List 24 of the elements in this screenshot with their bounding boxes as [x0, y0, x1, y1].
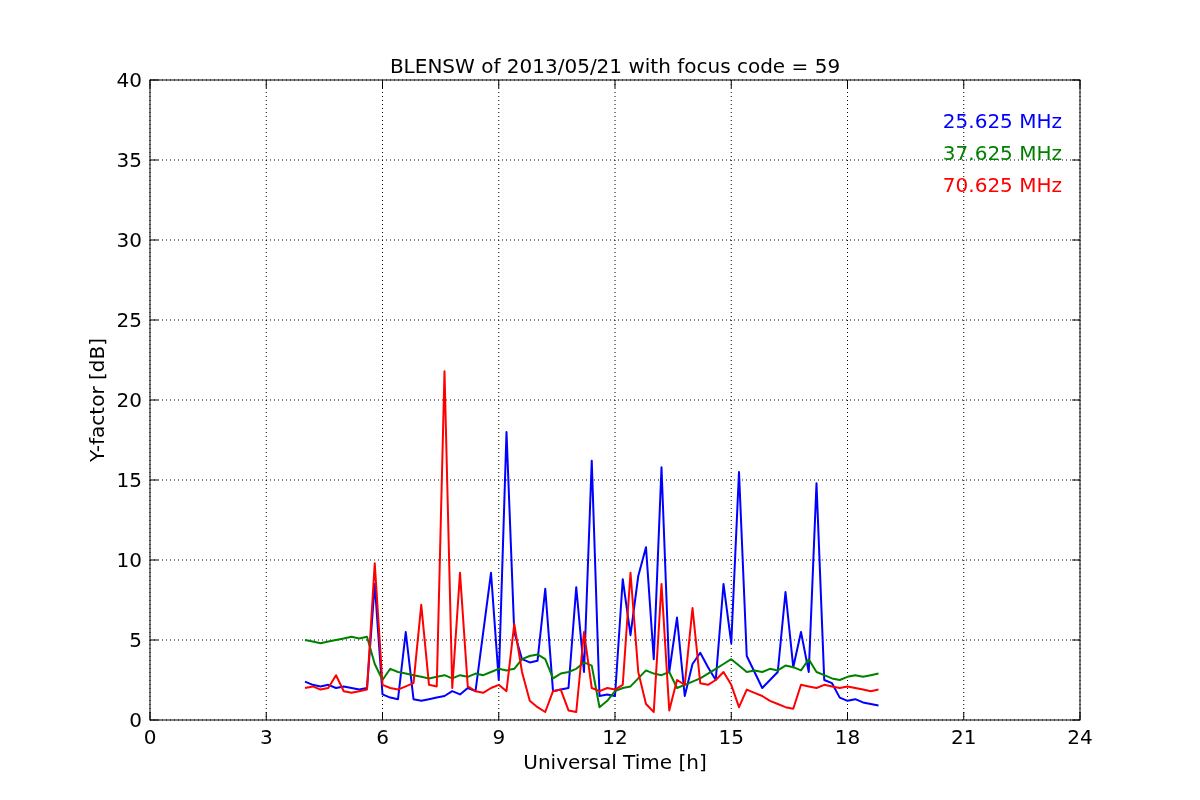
axis-label: Y-factor [dB]: [85, 338, 109, 462]
legend-label: 37.625 MHz: [942, 141, 1062, 165]
tick-label: 18: [834, 725, 861, 749]
axis-label: Universal Time [h]: [523, 750, 707, 774]
tick-label: 6: [376, 725, 389, 749]
tick-label: 0: [129, 708, 142, 732]
tick-label: 10: [116, 548, 142, 572]
legend-label: 70.625 MHz: [942, 173, 1062, 197]
tick-label: 3: [259, 725, 273, 749]
legend-label: 25.625 MHz: [942, 109, 1062, 133]
tick-label: 25: [116, 308, 142, 332]
tick-label: 20: [116, 388, 142, 412]
tick-label: 0: [143, 725, 157, 749]
tick-label: 30: [116, 228, 142, 252]
tick-label: 5: [129, 628, 142, 652]
tick-label: 15: [116, 468, 142, 492]
tick-label: 15: [718, 725, 744, 749]
tick-label: 24: [1067, 725, 1093, 749]
tick-label: 40: [116, 68, 142, 92]
tick-label: 9: [492, 725, 506, 749]
tick-label: 35: [116, 148, 142, 172]
tick-label: 12: [602, 725, 628, 749]
chart-title: BLENSW of 2013/05/21 with focus code = 59: [389, 54, 841, 78]
tick-label: 21: [951, 725, 977, 749]
